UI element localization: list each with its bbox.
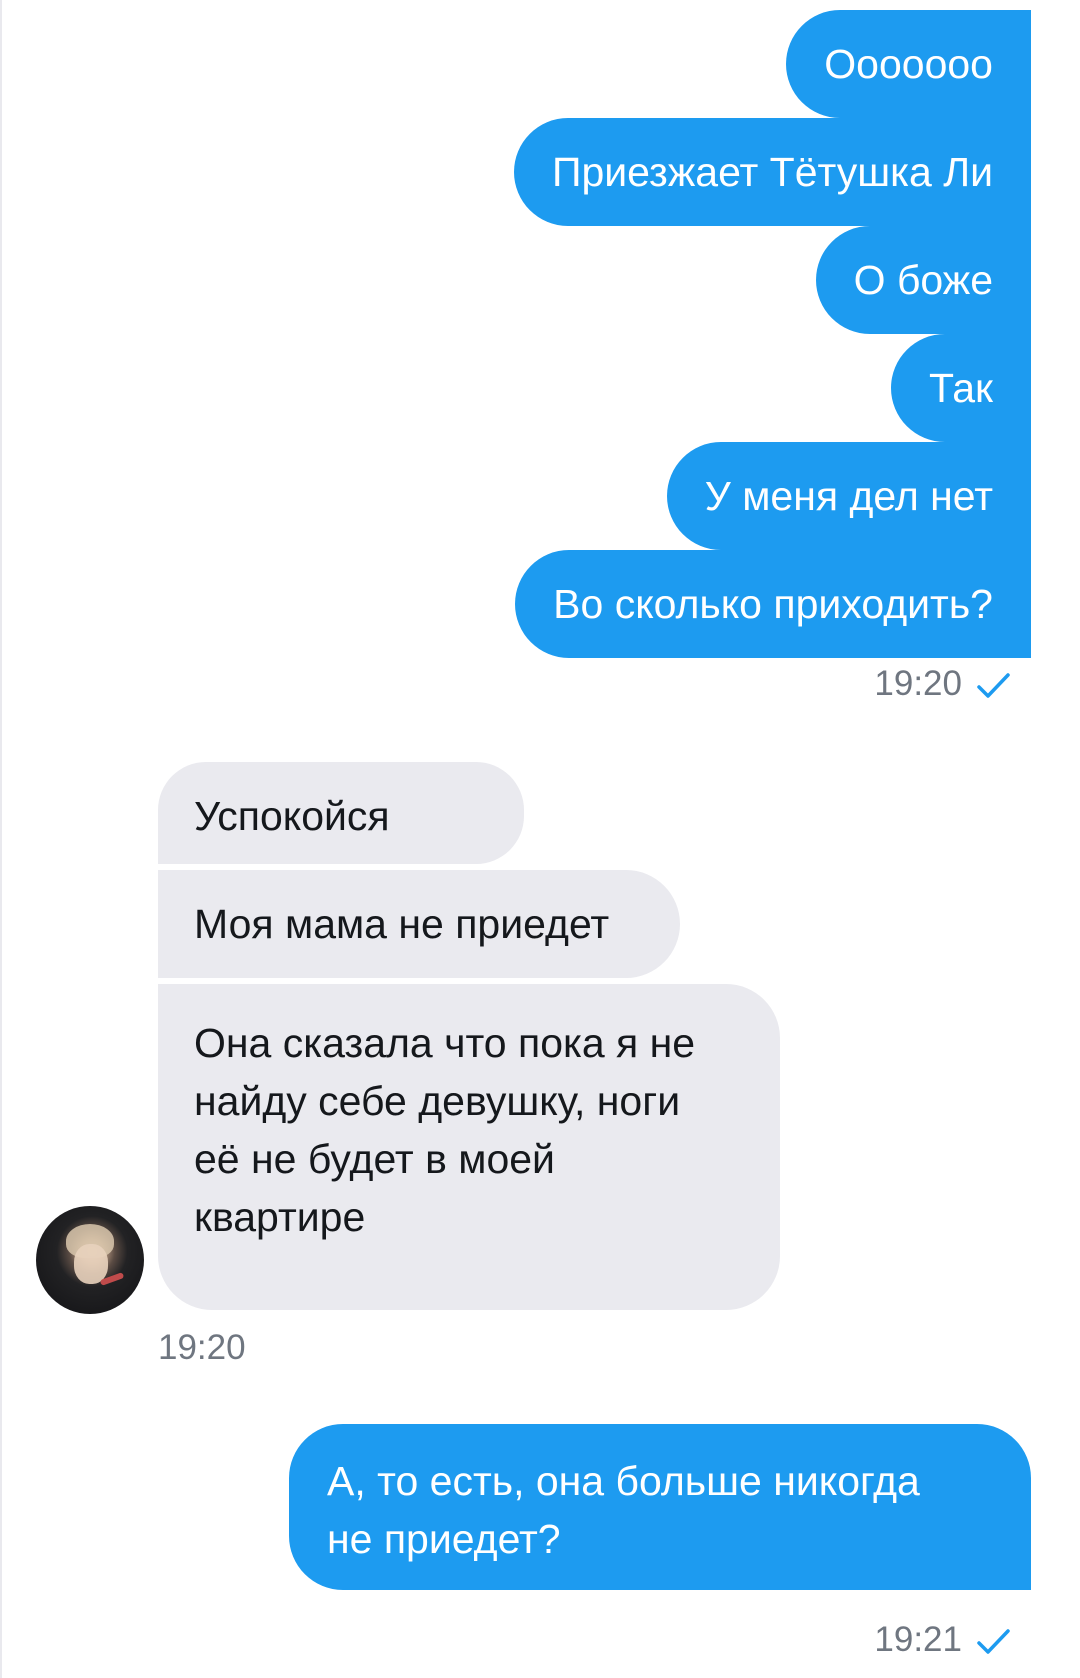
incoming-message[interactable]: Моя мама не приедет	[158, 870, 680, 978]
outgoing-message[interactable]: А, то есть, она больше никогда не приеде…	[289, 1424, 1031, 1590]
message-text-line: не приедет?	[327, 1516, 561, 1562]
message-text: Так	[929, 365, 993, 411]
message-text: О боже	[853, 257, 993, 303]
checkmark-icon	[977, 673, 1010, 698]
outgoing-message[interactable]: Во сколько приходить?	[515, 550, 1031, 658]
message-text-line: Она сказала что пока я не	[194, 1020, 696, 1066]
message-timestamp: 19:20	[158, 1328, 246, 1367]
message-text: У меня дел нет	[704, 473, 993, 519]
incoming-message[interactable]: Она сказала что пока я не найду себе дев…	[158, 984, 780, 1310]
outgoing-message[interactable]: Так	[891, 334, 1031, 442]
incoming-message[interactable]: Успокойся	[158, 762, 524, 864]
message-text: Во сколько приходить?	[553, 581, 993, 627]
left-edge-divider	[0, 0, 2, 1678]
message-timestamp: 19:21	[874, 1620, 962, 1659]
outgoing-message[interactable]: Приезжает Тётушка Ли	[513, 118, 1031, 226]
message-timestamp: 19:20	[874, 664, 962, 703]
message-text: Ооооооо	[824, 41, 993, 87]
checkmark-icon	[977, 1629, 1010, 1654]
user-avatar-icon[interactable]	[36, 1206, 144, 1314]
outgoing-message[interactable]: Ооооооо	[786, 10, 1031, 118]
chat-thread: Ооооооо Приезжает Тётушка Ли О боже Так …	[0, 0, 1080, 1678]
message-text: Приезжает Тётушка Ли	[551, 149, 993, 195]
message-text: Успокойся	[194, 793, 390, 839]
outgoing-message[interactable]: У меня дел нет	[666, 442, 1031, 550]
message-text-line: её не будет в моей	[194, 1136, 555, 1182]
outgoing-message[interactable]: О боже	[815, 226, 1031, 334]
message-text-line: квартире	[194, 1194, 366, 1240]
message-text-line: найду себе девушку, ноги	[194, 1078, 681, 1124]
message-text-line: А, то есть, она больше никогда	[327, 1458, 920, 1504]
message-text: Моя мама не приедет	[194, 901, 610, 947]
